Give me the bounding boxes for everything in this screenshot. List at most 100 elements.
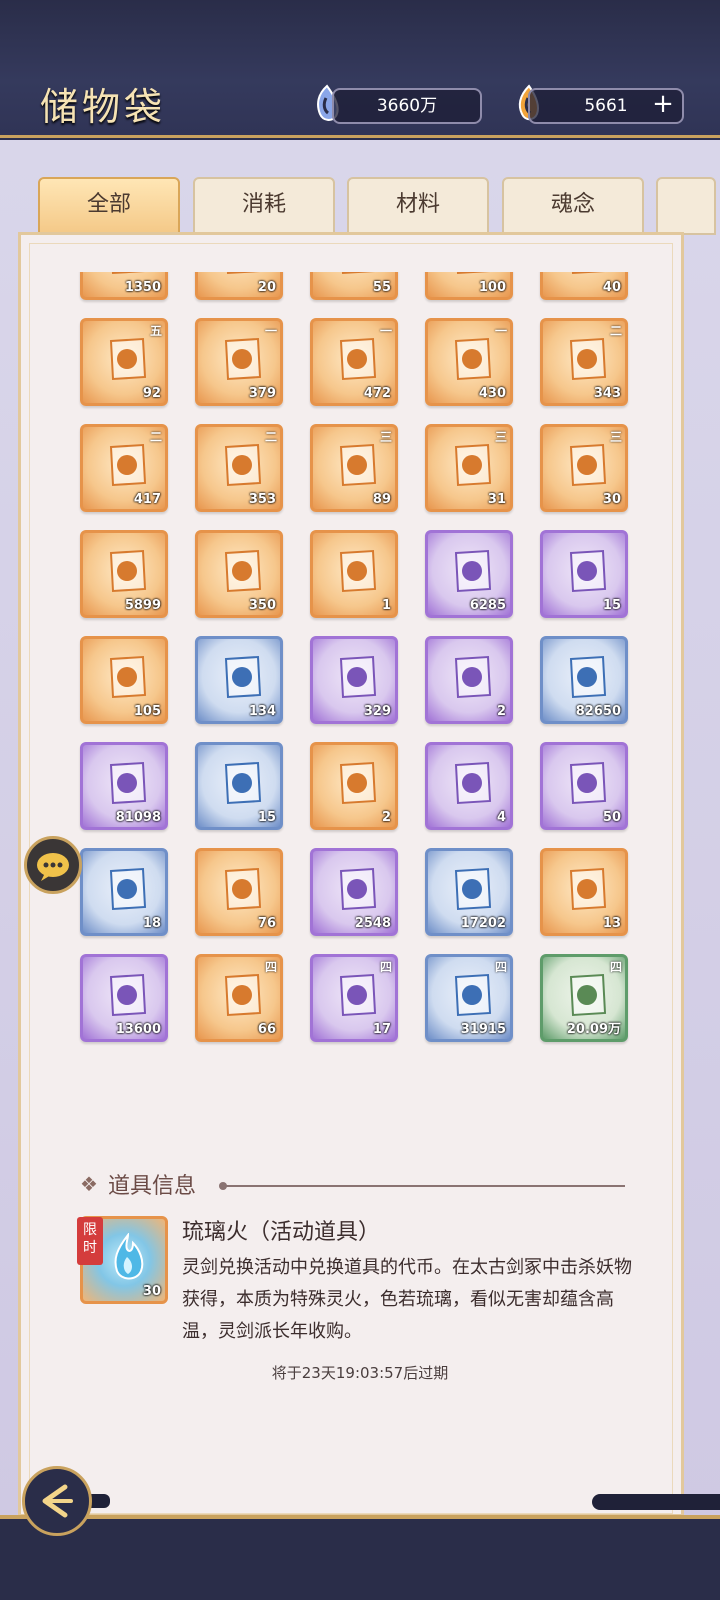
egg-icon — [109, 867, 147, 911]
inventory-item[interactable]: 二 343 — [540, 318, 628, 406]
info-section-title: 道具信息 — [108, 1174, 197, 1199]
tab-souls[interactable]: 魂念 — [502, 177, 644, 235]
eclipse-icon — [224, 867, 262, 911]
inventory-item[interactable]: 一 430 — [425, 318, 513, 406]
item-grid[interactable]: 1350 20 55 100 40 五 92 一 379 一 472 一 430 二 343 二 417 二 353… — [75, 272, 635, 1072]
ore-icon — [454, 867, 492, 911]
inventory-item[interactable]: 15 — [540, 530, 628, 618]
item-grade: 二 — [149, 430, 162, 444]
inventory-item[interactable]: 82650 — [540, 636, 628, 724]
chat-button[interactable] — [24, 836, 82, 894]
inventory-item[interactable]: 6285 — [425, 530, 513, 618]
item-count: 472 — [363, 386, 391, 401]
selected-item-icon: 限时 30 — [77, 1216, 168, 1304]
talisman-icon — [109, 337, 147, 381]
section-divider — [219, 1182, 625, 1190]
flame-icon — [114, 1233, 144, 1280]
item-count: 31 — [487, 492, 506, 507]
item-count: 417 — [133, 492, 161, 507]
item-grade: 四 — [609, 960, 622, 974]
item-grade: 三 — [494, 430, 507, 444]
scroll-roll-icon — [109, 549, 147, 593]
scroll-icon — [454, 337, 492, 381]
inventory-item[interactable]: 4 — [425, 742, 513, 830]
back-arrow-icon — [42, 1484, 73, 1518]
inventory-item[interactable]: 一 379 — [195, 318, 283, 406]
inventory-item[interactable]: 76 — [195, 848, 283, 936]
inventory-item[interactable]: 二 417 — [80, 424, 168, 512]
inventory-item[interactable]: 40 — [540, 272, 628, 300]
item-count: 15 — [602, 598, 621, 613]
stone-icon — [454, 549, 492, 593]
inventory-item[interactable]: 20 — [195, 272, 283, 300]
item-count: 30 — [602, 492, 621, 507]
tab-more[interactable] — [656, 177, 716, 235]
item-count: 430 — [478, 386, 506, 401]
inventory-item[interactable]: 329 — [310, 636, 398, 724]
inventory-item[interactable]: 50 — [540, 742, 628, 830]
item-count: 4 — [496, 810, 506, 825]
scroll-icon — [226, 272, 261, 275]
inventory-item[interactable]: 134 — [195, 636, 283, 724]
vine-icon — [224, 973, 262, 1017]
item-count: 353 — [248, 492, 276, 507]
ice-crystal-icon — [224, 761, 262, 805]
item-count: 343 — [593, 386, 621, 401]
section-diamond-icon: ❖ — [80, 1172, 98, 1196]
item-grade: 一 — [264, 324, 277, 338]
item-count: 50 — [602, 810, 621, 825]
inventory-item[interactable]: 1 — [310, 530, 398, 618]
scroll-icon — [339, 337, 377, 381]
inventory-item[interactable]: 17202 — [425, 848, 513, 936]
back-button[interactable] — [22, 1466, 92, 1536]
inventory-item[interactable]: 5899 — [80, 530, 168, 618]
inventory-item[interactable]: 四 66 — [195, 954, 283, 1042]
top-header: 储物袋 3660万 5661 + — [0, 0, 720, 143]
item-count: 1 — [381, 598, 391, 613]
right-bar-decor — [592, 1494, 720, 1510]
inventory-item[interactable]: 13600 — [80, 954, 168, 1042]
inventory-item[interactable]: 四 20.09万 — [540, 954, 628, 1042]
item-count: 350 — [248, 598, 276, 613]
scroll-icon — [456, 272, 491, 275]
inventory-item[interactable]: 81098 — [80, 742, 168, 830]
item-count: 6285 — [469, 598, 506, 613]
inventory-item[interactable]: 105 — [80, 636, 168, 724]
inventory-item[interactable]: 五 92 — [80, 318, 168, 406]
inventory-item[interactable]: 2 — [310, 742, 398, 830]
page-title: 储物袋 — [40, 85, 167, 129]
bottom-bar — [0, 1515, 720, 1600]
inventory-item[interactable]: 四 31915 — [425, 954, 513, 1042]
water-orb-icon — [224, 655, 262, 699]
inventory-item[interactable]: 三 89 — [310, 424, 398, 512]
inventory-item[interactable]: 三 31 — [425, 424, 513, 512]
inventory-item[interactable]: 55 — [310, 272, 398, 300]
inventory-item[interactable]: 2 — [425, 636, 513, 724]
inventory-item[interactable]: 100 — [425, 272, 513, 300]
inventory-item[interactable]: 1350 — [80, 272, 168, 300]
flower-icon — [454, 973, 492, 1017]
currency-a-value: 3660万 — [332, 88, 482, 124]
inventory-item[interactable]: 一 472 — [310, 318, 398, 406]
inventory-item[interactable]: 18 — [80, 848, 168, 936]
item-count: 2 — [381, 810, 391, 825]
add-currency-button[interactable]: + — [650, 91, 676, 118]
tab-materials[interactable]: 材料 — [347, 177, 489, 235]
tab-consumables[interactable]: 消耗 — [193, 177, 335, 235]
inventory-item[interactable]: 13 — [540, 848, 628, 936]
swirl-icon — [339, 867, 377, 911]
herb-icon — [109, 973, 147, 1017]
scroll-icon — [224, 443, 262, 487]
inventory-item[interactable]: 四 17 — [310, 954, 398, 1042]
inventory-item[interactable]: 二 353 — [195, 424, 283, 512]
inventory-item[interactable]: 三 30 — [540, 424, 628, 512]
item-count: 13 — [602, 916, 621, 931]
item-count: 105 — [133, 704, 161, 719]
item-count: 2 — [496, 704, 506, 719]
inventory-item[interactable]: 2548 — [310, 848, 398, 936]
inventory-item[interactable]: 15 — [195, 742, 283, 830]
tab-all[interactable]: 全部 — [38, 177, 180, 235]
crystal-icon — [569, 655, 607, 699]
inventory-item[interactable]: 350 — [195, 530, 283, 618]
item-count: 1350 — [124, 280, 161, 295]
